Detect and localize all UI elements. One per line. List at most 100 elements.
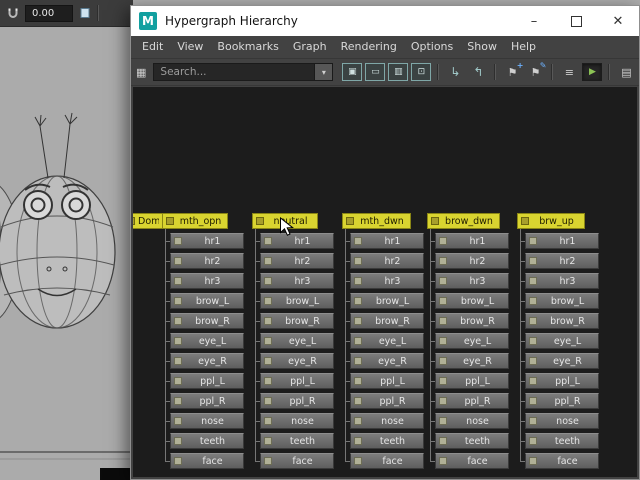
graph-child-node[interactable]: hr3 <box>435 273 509 289</box>
graph-parent-node[interactable]: brow_dwn <box>427 213 500 229</box>
graph-traversal-button[interactable]: ▶ <box>582 63 603 81</box>
panel-menu-button[interactable]: ▤ <box>616 63 636 81</box>
graph-child-node[interactable]: face <box>170 453 244 469</box>
graph-child-node[interactable]: brow_L <box>260 293 334 309</box>
graph-parent-node[interactable]: brw_up <box>517 213 585 229</box>
graph-child-node[interactable]: ppl_L <box>435 373 509 389</box>
graph-child-node[interactable]: ppl_R <box>435 393 509 409</box>
window-titlebar[interactable]: M Hypergraph Hierarchy – ✕ <box>131 6 639 36</box>
graph-child-node[interactable]: ppl_R <box>170 393 244 409</box>
bookmark-create-button[interactable]: ⚑ + <box>502 61 523 81</box>
graph-child-node[interactable]: face <box>435 453 509 469</box>
graph-child-node[interactable]: ppl_R <box>525 393 599 409</box>
graph-child-node[interactable]: eye_R <box>350 353 424 369</box>
graph-child-node[interactable]: brow_R <box>435 313 509 329</box>
graph-child-node[interactable]: hr3 <box>525 273 599 289</box>
graph-child-node[interactable]: eye_L <box>435 333 509 349</box>
frame-hierarchy-button[interactable]: ▭ <box>365 63 386 81</box>
graph-child-node[interactable]: nose <box>525 413 599 429</box>
graph-child-node[interactable]: brow_L <box>525 293 599 309</box>
search-input[interactable] <box>153 63 316 81</box>
graph-child-node[interactable]: nose <box>435 413 509 429</box>
graph-child-node[interactable]: ppl_L <box>170 373 244 389</box>
perspective-viewport[interactable] <box>0 27 133 480</box>
menu-graph[interactable]: Graph <box>286 36 334 58</box>
graph-child-node[interactable]: brow_R <box>525 313 599 329</box>
graph-parent-node[interactable]: neutral <box>252 213 318 229</box>
graph-child-node[interactable]: brow_R <box>260 313 334 329</box>
graph-child-node[interactable]: nose <box>260 413 334 429</box>
menu-help[interactable]: Help <box>504 36 543 58</box>
graph-child-node[interactable]: eye_R <box>260 353 334 369</box>
minimize-button[interactable]: – <box>513 6 555 36</box>
graph-child-node[interactable]: brow_L <box>350 293 424 309</box>
graph-child-node[interactable]: ppl_L <box>260 373 334 389</box>
graph-child-node[interactable]: eye_L <box>260 333 334 349</box>
frame-all-button[interactable]: ⊡ <box>411 63 432 81</box>
show-list-button[interactable]: ≡ <box>559 63 579 81</box>
search-dropdown-button[interactable]: ▾ <box>315 63 334 81</box>
menu-rendering[interactable]: Rendering <box>334 36 404 58</box>
graph-child-node[interactable]: eye_L <box>170 333 244 349</box>
close-button[interactable]: ✕ <box>597 6 639 36</box>
snap-magnet-icon[interactable] <box>6 6 20 20</box>
graph-child-node[interactable]: teeth <box>435 433 509 449</box>
transform-node-icon <box>529 277 537 285</box>
graph-child-node[interactable]: teeth <box>170 433 244 449</box>
graph-child-node[interactable]: hr2 <box>525 253 599 269</box>
coordinate-field[interactable]: 0.00 <box>25 4 73 22</box>
graph-child-node[interactable]: hr2 <box>260 253 334 269</box>
frame-branch-button[interactable]: ▣ <box>342 63 363 81</box>
graph-child-node[interactable]: teeth <box>525 433 599 449</box>
graph-child-node[interactable]: hr1 <box>350 233 424 249</box>
scene-hierarchy-button[interactable]: ▦ <box>136 63 146 81</box>
graph-child-node[interactable]: eye_R <box>435 353 509 369</box>
graph-child-node[interactable]: hr3 <box>260 273 334 289</box>
graph-child-node[interactable]: hr2 <box>435 253 509 269</box>
menu-show[interactable]: Show <box>460 36 504 58</box>
graph-child-node[interactable]: eye_R <box>525 353 599 369</box>
layout-vertical-button[interactable]: ↰ <box>468 63 488 81</box>
graph-child-node[interactable]: eye_R <box>170 353 244 369</box>
graph-parent-node[interactable]: mth_opn <box>162 213 228 229</box>
layout-horizontal-button[interactable]: ↳ <box>445 63 465 81</box>
graph-canvas[interactable]: Dom.mth_opnhr1hr2hr3brow_Lbrow_Reye_Leye… <box>133 87 637 477</box>
graph-child-node[interactable]: teeth <box>260 433 334 449</box>
graph-child-node[interactable]: face <box>525 453 599 469</box>
graph-child-node[interactable]: hr1 <box>170 233 244 249</box>
graph-child-node[interactable]: eye_L <box>525 333 599 349</box>
graph-child-node[interactable]: brow_L <box>435 293 509 309</box>
graph-child-node[interactable]: hr3 <box>350 273 424 289</box>
menu-edit[interactable]: Edit <box>135 36 170 58</box>
graph-child-node[interactable]: nose <box>170 413 244 429</box>
maximize-button[interactable] <box>555 6 597 36</box>
graph-parent-node-clipped[interactable]: Dom. <box>133 213 163 229</box>
graph-child-node[interactable]: hr2 <box>350 253 424 269</box>
graph-child-node[interactable]: hr2 <box>170 253 244 269</box>
graph-child-node[interactable]: brow_L <box>170 293 244 309</box>
graph-parent-node[interactable]: mth_dwn <box>342 213 411 229</box>
graph-child-node[interactable]: hr1 <box>435 233 509 249</box>
bookmark-edit-button[interactable]: ⚑ ✎ <box>525 61 546 81</box>
graph-child-node[interactable]: ppl_R <box>260 393 334 409</box>
keyframe-page-icon[interactable] <box>78 6 92 20</box>
transform-node-icon <box>439 377 447 385</box>
menu-bookmarks[interactable]: Bookmarks <box>210 36 285 58</box>
graph-child-node[interactable]: face <box>350 453 424 469</box>
graph-child-node[interactable]: face <box>260 453 334 469</box>
graph-child-node[interactable]: nose <box>350 413 424 429</box>
graph-child-node[interactable]: eye_L <box>350 333 424 349</box>
graph-child-node[interactable]: brow_R <box>350 313 424 329</box>
graph-child-node[interactable]: ppl_R <box>350 393 424 409</box>
graph-child-node[interactable]: hr3 <box>170 273 244 289</box>
graph-child-node[interactable]: brow_R <box>170 313 244 329</box>
transform-node-icon <box>529 257 537 265</box>
graph-child-node[interactable]: ppl_L <box>350 373 424 389</box>
frame-selection-button[interactable]: ▥ <box>388 63 409 81</box>
graph-child-node[interactable]: teeth <box>350 433 424 449</box>
graph-child-node[interactable]: hr1 <box>260 233 334 249</box>
menu-options[interactable]: Options <box>404 36 460 58</box>
menu-view[interactable]: View <box>170 36 210 58</box>
graph-child-node[interactable]: ppl_L <box>525 373 599 389</box>
graph-child-node[interactable]: hr1 <box>525 233 599 249</box>
